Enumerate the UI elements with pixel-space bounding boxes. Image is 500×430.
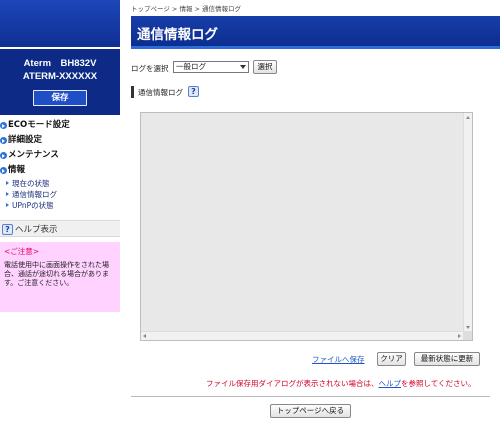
help-question-icon[interactable]: ? xyxy=(188,86,199,97)
nav-label: 詳細設定 xyxy=(8,135,43,145)
device-ssid: ATERM-XXXXXX xyxy=(22,71,98,82)
info-submenu: 現在の状態 通信情報ログ UPnPの状態 xyxy=(0,178,120,211)
warning-suffix: を参照してください。 xyxy=(401,379,476,388)
refresh-button[interactable]: 最新状態に更新 xyxy=(414,352,480,366)
sub-item-current-status[interactable]: 現在の状態 xyxy=(6,178,120,189)
nav-item-eco-mode[interactable]: ECOモード設定 xyxy=(0,118,120,133)
sidebar-nav: ECOモード設定 詳細設定 メンテナンス 情報 現在の状態 通信情報ログ UPn… xyxy=(0,118,120,211)
nav-label: ECOモード設定 xyxy=(8,120,70,130)
nav-bullet-icon xyxy=(0,167,7,174)
chevron-down-icon xyxy=(240,65,246,69)
nav-item-info[interactable]: 情報 xyxy=(0,163,120,178)
help-link[interactable]: ヘルプ xyxy=(379,379,402,388)
sub-item-comm-log[interactable]: 通信情報ログ xyxy=(6,189,120,200)
sub-item-upnp-status[interactable]: UPnPの状態 xyxy=(6,200,120,211)
save-dialog-warning: ファイル保存用ダイアログが表示されない場合は、ヘルプを参照してください。 xyxy=(206,378,476,389)
nav-label: メンテナンス xyxy=(8,150,59,160)
help-label: ヘルプ表示 xyxy=(15,225,58,235)
scrollbar-corner xyxy=(463,331,472,340)
sub-item-label: UPnPの状態 xyxy=(12,201,54,210)
scroll-down-icon[interactable] xyxy=(466,326,470,329)
nav-bullet-icon xyxy=(0,122,7,129)
nav-bullet-icon xyxy=(0,152,7,159)
caret-right-icon xyxy=(6,192,9,196)
header-underline xyxy=(131,46,500,49)
device-model-name: Aterm BH832V xyxy=(23,58,97,69)
log-type-select[interactable]: 一般ログ xyxy=(173,61,249,73)
sidebar-logo-area xyxy=(0,0,120,47)
select-button[interactable]: 選択 xyxy=(253,60,277,74)
device-model-panel: Aterm BH832V ATERM-XXXXXX 保存 xyxy=(0,49,120,115)
save-button[interactable]: 保存 xyxy=(33,90,87,106)
vertical-scrollbar[interactable] xyxy=(463,113,472,332)
sidebar: Aterm BH832V ATERM-XXXXXX 保存 ECOモード設定 詳細… xyxy=(0,0,120,430)
clear-button[interactable]: クリア xyxy=(377,352,406,366)
divider xyxy=(131,396,490,397)
nav-label: 情報 xyxy=(8,165,26,175)
nav-bullet-icon xyxy=(0,137,7,144)
back-to-top-button[interactable]: トップページへ戻る xyxy=(270,404,351,418)
log-type-selected: 一般ログ xyxy=(176,62,206,71)
help-toggle[interactable]: ? ヘルプ表示 xyxy=(0,220,120,237)
notice-panel: <ご注意> 電話使用中に画面操作をされた場合、通話が途切れる場合があります。ご注… xyxy=(0,242,120,312)
help-question-icon: ? xyxy=(2,224,13,235)
log-textarea[interactable] xyxy=(140,112,473,341)
caret-right-icon xyxy=(6,203,9,207)
page-header: 通信情報ログ xyxy=(131,16,500,49)
section-title: 通信情報ログ xyxy=(138,88,183,97)
horizontal-scrollbar[interactable] xyxy=(141,331,463,340)
page-title: 通信情報ログ xyxy=(137,27,218,43)
notice-body: 電話使用中に画面操作をされた場合、通話が途切れる場合があります。ご注意ください。 xyxy=(4,261,109,287)
log-select-label: ログを選択 xyxy=(131,64,169,73)
nav-item-maintenance[interactable]: メンテナンス xyxy=(0,148,120,163)
caret-right-icon xyxy=(6,181,9,185)
sub-item-label: 現在の状態 xyxy=(12,179,50,188)
scroll-right-icon[interactable] xyxy=(458,334,461,338)
save-to-file-link[interactable]: ファイルへ保存 xyxy=(312,354,365,365)
section-bar xyxy=(131,86,134,98)
log-actions: ファイルへ保存 クリア 最新状態に更新 xyxy=(131,352,483,367)
warning-prefix: ファイル保存用ダイアログが表示されない場合は、 xyxy=(206,379,379,388)
breadcrumb: トップページ > 情報 > 通信情報ログ xyxy=(131,5,242,13)
notice-title: <ご注意> xyxy=(4,247,40,256)
scroll-left-icon[interactable] xyxy=(143,334,146,338)
sub-item-label: 通信情報ログ xyxy=(12,190,57,199)
nav-item-advanced-settings[interactable]: 詳細設定 xyxy=(0,133,120,148)
scroll-up-icon[interactable] xyxy=(466,116,470,119)
